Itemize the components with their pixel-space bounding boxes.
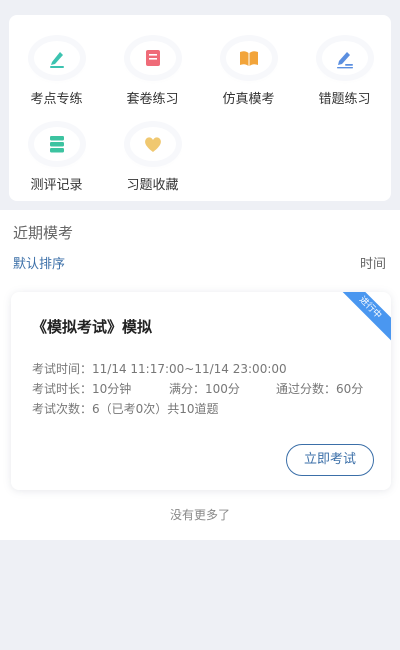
section-title: 近期模考 bbox=[13, 224, 74, 242]
book-icon bbox=[129, 41, 176, 75]
exam-attempts: 考试次数：6（已考0次）共10道题 bbox=[32, 402, 219, 416]
grid-label: 习题收藏 bbox=[126, 178, 179, 193]
heart-icon bbox=[129, 127, 176, 161]
sort-time-button[interactable]: 时间 bbox=[360, 253, 386, 272]
grid-label: 测评记录 bbox=[30, 178, 83, 193]
exam-full-score: 满分：100分 bbox=[169, 382, 240, 396]
recent-mock-panel: 近期模考 默认排序 时间 进行中 《模拟考试》模拟 考试时间：11/14 11:… bbox=[0, 210, 400, 540]
grid-label: 错题练习 bbox=[318, 92, 371, 107]
feature-grid: 考点专练 套卷练习 仿真模考 错题练习 测评记录 习题收藏 bbox=[9, 15, 391, 201]
grid-item-wrong-questions[interactable]: 错题练习 bbox=[297, 27, 392, 107]
status-badge: 进行中 bbox=[333, 292, 391, 345]
status-ribbon: 进行中 bbox=[331, 292, 391, 352]
grid-label: 套卷练习 bbox=[126, 92, 179, 107]
pen-icon bbox=[33, 41, 80, 75]
grid-item-mock-exam[interactable]: 仿真模考 bbox=[201, 27, 296, 107]
grid-item-topic-practice[interactable]: 考点专练 bbox=[9, 27, 104, 107]
grid-item-favorites[interactable]: 习题收藏 bbox=[105, 113, 200, 193]
exam-card[interactable]: 进行中 《模拟考试》模拟 考试时间：11/14 11:17:00~11/14 2… bbox=[11, 292, 391, 490]
edit-icon bbox=[321, 41, 368, 75]
start-exam-button[interactable]: 立即考试 bbox=[286, 444, 374, 476]
exam-title: 《模拟考试》模拟 bbox=[32, 318, 153, 336]
exam-pass-score: 通过分数：60分 bbox=[276, 382, 364, 396]
no-more-text: 没有更多了 bbox=[169, 508, 230, 522]
grid-item-assessment-records[interactable]: 测评记录 bbox=[9, 113, 104, 193]
grid-label: 考点专练 bbox=[30, 92, 83, 107]
grid-item-paper-practice[interactable]: 套卷练习 bbox=[105, 27, 200, 107]
open-book-icon bbox=[225, 41, 272, 75]
record-stack-icon bbox=[33, 127, 80, 161]
grid-label: 仿真模考 bbox=[222, 92, 275, 107]
exam-time: 考试时间：11/14 11:17:00~11/14 23:00:00 bbox=[32, 362, 287, 376]
exam-duration: 考试时长：10分钟 bbox=[32, 382, 132, 396]
sort-default-button[interactable]: 默认排序 bbox=[13, 253, 65, 272]
